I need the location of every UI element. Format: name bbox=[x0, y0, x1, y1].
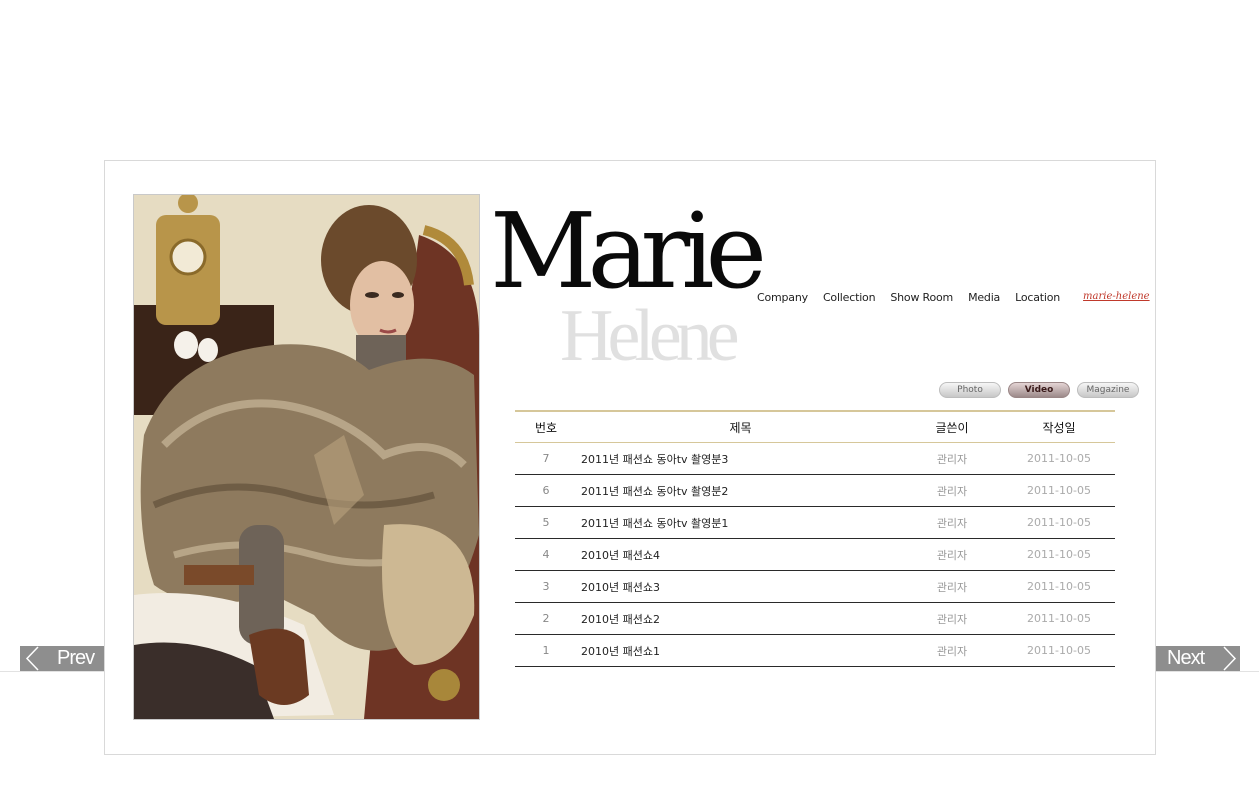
model-in-fur-image bbox=[134, 195, 479, 719]
table-header-row: 번호 제목 글쓴이 작성일 bbox=[515, 410, 1115, 443]
row-date: 2011-10-05 bbox=[1003, 538, 1115, 571]
row-writer: 관리자 bbox=[901, 634, 1003, 667]
row-title-link[interactable]: 2011년 패션쇼 동아tv 촬영분3 bbox=[577, 442, 901, 475]
row-date: 2011-10-05 bbox=[1003, 474, 1115, 507]
row-num: 4 bbox=[515, 538, 577, 571]
table-row[interactable]: 5 2011년 패션쇼 동아tv 촬영분1 관리자 2011-10-05 bbox=[515, 506, 1115, 539]
row-title-link[interactable]: 2011년 패션쇼 동아tv 촬영분2 bbox=[577, 474, 901, 507]
header-writer: 글쓴이 bbox=[901, 410, 1003, 443]
header-title: 제목 bbox=[577, 410, 901, 443]
table-row[interactable]: 7 2011년 패션쇼 동아tv 촬영분3 관리자 2011-10-05 bbox=[515, 442, 1115, 475]
video-board-table: 번호 제목 글쓴이 작성일 7 2011년 패션쇼 동아tv 촬영분3 관리자 … bbox=[515, 410, 1115, 667]
media-tabs: Photo Video Magazine bbox=[939, 382, 1139, 398]
tab-video[interactable]: Video bbox=[1008, 382, 1070, 398]
row-date: 2011-10-05 bbox=[1003, 506, 1115, 539]
row-title-link[interactable]: 2010년 패션쇼4 bbox=[577, 538, 901, 571]
chevron-right-icon bbox=[1223, 646, 1237, 671]
row-num: 1 bbox=[515, 634, 577, 667]
table-row[interactable]: 1 2010년 패션쇼1 관리자 2011-10-05 bbox=[515, 634, 1115, 667]
row-writer: 관리자 bbox=[901, 474, 1003, 507]
row-writer: 관리자 bbox=[901, 602, 1003, 635]
row-writer: 관리자 bbox=[901, 442, 1003, 475]
row-date: 2011-10-05 bbox=[1003, 602, 1115, 635]
prev-label: Prev bbox=[57, 647, 95, 669]
nav-show-room[interactable]: Show Room bbox=[890, 291, 953, 304]
nav-brand-link[interactable]: marie-helene bbox=[1083, 291, 1150, 304]
row-date: 2011-10-05 bbox=[1003, 570, 1115, 603]
row-date: 2011-10-05 bbox=[1003, 442, 1115, 475]
row-num: 5 bbox=[515, 506, 577, 539]
nav-location[interactable]: Location bbox=[1015, 291, 1060, 304]
tab-photo[interactable]: Photo bbox=[939, 382, 1001, 398]
header-num: 번호 bbox=[515, 410, 577, 443]
row-date: 2011-10-05 bbox=[1003, 634, 1115, 667]
main-nav: Company Collection Show Room Media Locat… bbox=[757, 291, 1150, 304]
table-row[interactable]: 3 2010년 패션쇼3 관리자 2011-10-05 bbox=[515, 570, 1115, 603]
row-num: 7 bbox=[515, 442, 577, 475]
row-num: 3 bbox=[515, 570, 577, 603]
row-writer: 관리자 bbox=[901, 570, 1003, 603]
nav-company[interactable]: Company bbox=[757, 291, 808, 304]
row-title-link[interactable]: 2010년 패션쇼2 bbox=[577, 602, 901, 635]
marie-helene-logo[interactable]: Helene Marie bbox=[490, 199, 767, 377]
nav-media[interactable]: Media bbox=[968, 291, 1000, 304]
table-row[interactable]: 4 2010년 패션쇼4 관리자 2011-10-05 bbox=[515, 538, 1115, 571]
nav-collection[interactable]: Collection bbox=[823, 291, 876, 304]
table-row[interactable]: 6 2011년 패션쇼 동아tv 촬영분2 관리자 2011-10-05 bbox=[515, 474, 1115, 507]
row-title-link[interactable]: 2010년 패션쇼3 bbox=[577, 570, 901, 603]
row-title-link[interactable]: 2010년 패션쇼1 bbox=[577, 634, 901, 667]
row-writer: 관리자 bbox=[901, 506, 1003, 539]
content-frame: Helene Marie Company Collection Show Roo… bbox=[104, 160, 1156, 755]
header-date: 작성일 bbox=[1003, 410, 1115, 443]
row-num: 2 bbox=[515, 602, 577, 635]
next-button[interactable]: Next bbox=[1156, 646, 1240, 671]
table-row[interactable]: 2 2010년 패션쇼2 관리자 2011-10-05 bbox=[515, 602, 1115, 635]
row-writer: 관리자 bbox=[901, 538, 1003, 571]
row-num: 6 bbox=[515, 474, 577, 507]
logo-marie-text: Marie bbox=[490, 190, 767, 312]
next-label: Next bbox=[1167, 647, 1205, 669]
prev-button[interactable]: Prev bbox=[20, 646, 104, 671]
fashion-photo bbox=[133, 194, 480, 720]
row-title-link[interactable]: 2011년 패션쇼 동아tv 촬영분1 bbox=[577, 506, 901, 539]
chevron-left-icon bbox=[25, 646, 39, 671]
tab-magazine[interactable]: Magazine bbox=[1077, 382, 1139, 398]
